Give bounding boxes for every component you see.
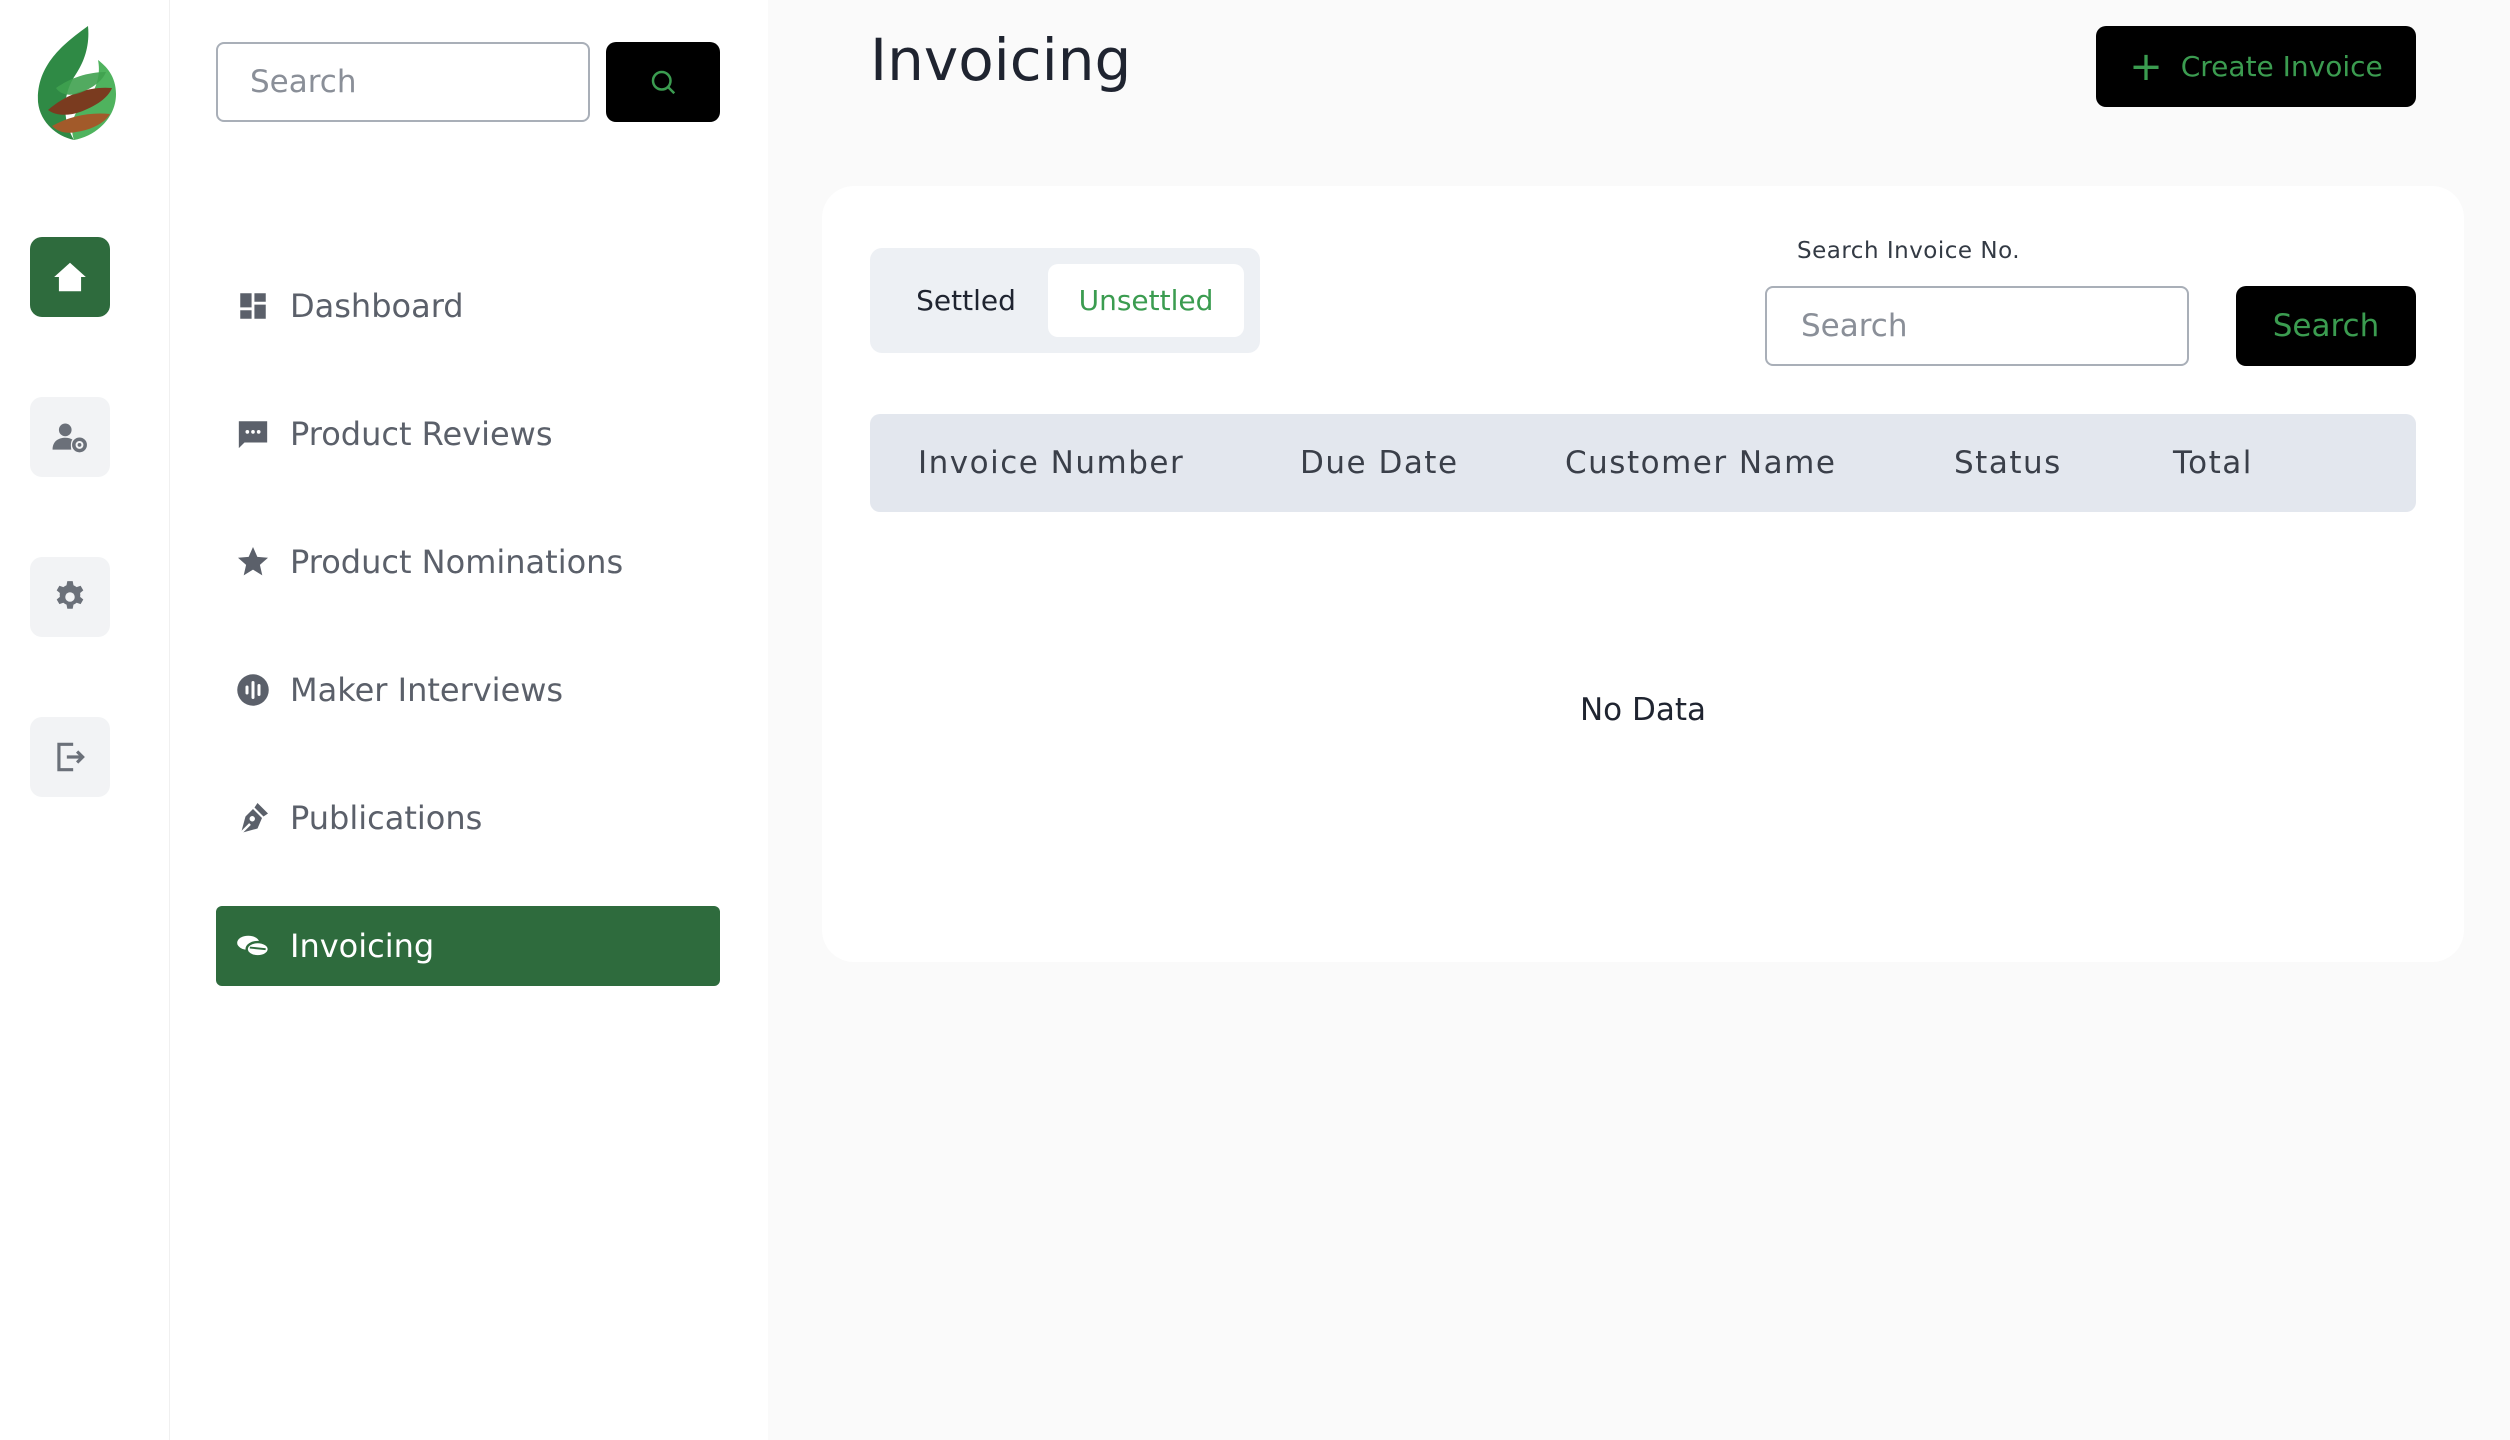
nav-item-product-reviews[interactable]: Product Reviews	[216, 394, 720, 474]
column-header-due-date[interactable]: Due Date	[1300, 414, 1459, 512]
star-icon	[234, 543, 272, 581]
nav-item-label: Publications	[290, 799, 483, 837]
user-settings-icon	[52, 423, 87, 453]
nav-item-label: Maker Interviews	[290, 671, 564, 709]
home-icon	[54, 262, 86, 292]
tab-settled[interactable]: Settled	[886, 264, 1046, 337]
column-header-invoice-number[interactable]: Invoice Number	[918, 414, 1184, 512]
chat-bubble-icon	[234, 415, 272, 453]
status-segmented-control: Settled Unsettled	[870, 248, 1260, 353]
column-header-customer-name[interactable]: Customer Name	[1565, 414, 1836, 512]
nav-item-label: Product Nominations	[290, 543, 624, 581]
nav-search-button[interactable]	[606, 42, 720, 122]
search-icon	[651, 70, 676, 95]
brand-logo[interactable]	[26, 24, 122, 146]
coins-icon	[234, 927, 272, 965]
nav-item-dashboard[interactable]: Dashboard	[216, 266, 720, 346]
plus-icon: +	[2129, 43, 2163, 90]
nav-item-invoicing[interactable]: Invoicing	[216, 906, 720, 986]
create-invoice-button[interactable]: + Create Invoice	[2096, 26, 2416, 107]
rail-user-settings-button[interactable]	[30, 397, 110, 477]
nav-item-label: Dashboard	[290, 287, 464, 325]
empty-state-text: No Data	[1579, 692, 1707, 728]
column-header-status[interactable]: Status	[1954, 414, 2062, 512]
create-invoice-label: Create Invoice	[2180, 50, 2383, 83]
nav-search-input[interactable]	[216, 42, 590, 122]
invoice-search-label: Search Invoice No.	[1797, 238, 2021, 264]
nav-item-maker-interviews[interactable]: Maker Interviews	[216, 650, 720, 730]
page-title: Invoicing	[870, 26, 1132, 94]
nav-item-label: Invoicing	[290, 927, 435, 965]
invoice-search-button[interactable]: Search	[2236, 286, 2416, 366]
podcast-icon	[234, 671, 272, 709]
nav-item-publications[interactable]: Publications	[216, 778, 720, 858]
invoice-card: Settled Unsettled Search Invoice No. Sea…	[822, 186, 2464, 962]
pen-nib-icon	[234, 799, 272, 837]
nav-item-product-nominations[interactable]: Product Nominations	[216, 522, 720, 602]
tab-unsettled[interactable]: Unsettled	[1048, 264, 1244, 337]
invoice-search-input[interactable]	[1765, 286, 2189, 366]
table-header: Invoice Number Due Date Customer Name St…	[870, 414, 2416, 512]
icon-rail	[0, 0, 170, 1440]
nav-item-label: Product Reviews	[290, 415, 553, 453]
rail-logout-button[interactable]	[30, 717, 110, 797]
gear-icon	[56, 581, 84, 609]
rail-home-button[interactable]	[30, 237, 110, 317]
nav-panel: Dashboard Product Reviews Product Nomina…	[170, 0, 768, 1440]
dashboard-icon	[234, 287, 272, 325]
column-header-total[interactable]: Total	[2173, 414, 2253, 512]
rail-settings-button[interactable]	[30, 557, 110, 637]
logout-icon	[57, 742, 85, 772]
